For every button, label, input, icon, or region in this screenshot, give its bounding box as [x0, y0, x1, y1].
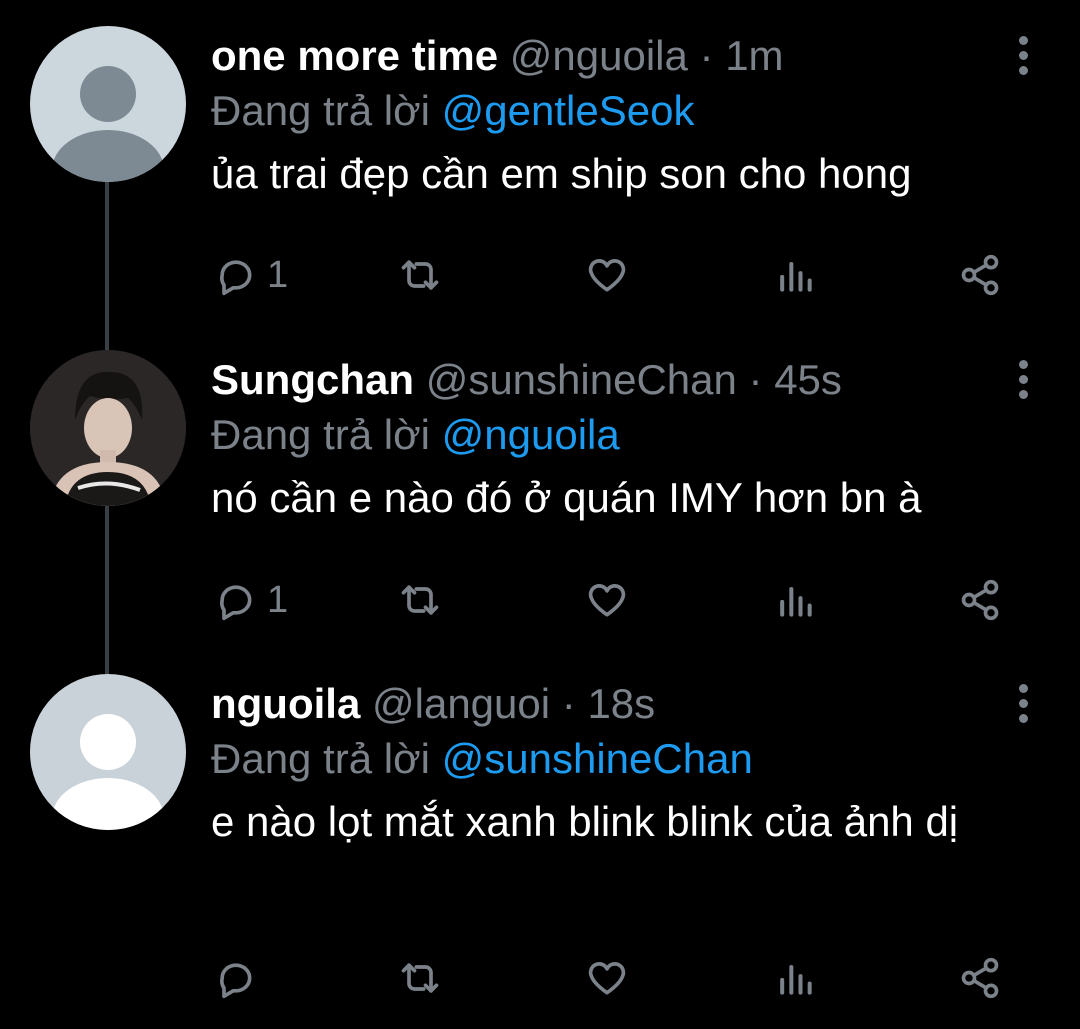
- like-icon: [588, 584, 626, 617]
- tweet-actions: 1: [213, 575, 1013, 625]
- tweet-thread: one more time @nguoila · 1m Đang trả lời…: [0, 0, 1080, 1029]
- retweet-button[interactable]: [398, 250, 442, 300]
- display-name[interactable]: nguoila: [211, 680, 360, 727]
- like-icon: [588, 962, 626, 995]
- separator-dot: ·: [699, 32, 714, 79]
- analytics-button[interactable]: [773, 953, 817, 1003]
- replying-to: Đang trả lời @sunshineChan: [211, 731, 1040, 787]
- timestamp[interactable]: 1m: [725, 32, 783, 79]
- avatar-head: [80, 714, 136, 770]
- retweet-button[interactable]: [398, 953, 442, 1003]
- separator-dot: ·: [748, 356, 763, 403]
- display-name[interactable]: one more time: [211, 32, 498, 79]
- like-button[interactable]: [585, 250, 629, 300]
- tweet-content: nguoila @languoi · 18s Đang trả lời @sun…: [211, 677, 1040, 849]
- analytics-button[interactable]: [773, 250, 817, 300]
- analytics-icon: [780, 586, 812, 617]
- more-icon[interactable]: [1016, 36, 1030, 76]
- tweet-actions: [213, 953, 1013, 1003]
- replying-to: Đang trả lời @gentleSeok: [211, 83, 1040, 139]
- mention-link[interactable]: @gentleSeok: [442, 87, 695, 134]
- replying-to-label: Đang trả lời: [211, 735, 430, 782]
- display-name[interactable]: Sungchan: [211, 356, 414, 403]
- avatar[interactable]: [30, 26, 186, 182]
- avatar-head: [80, 66, 136, 122]
- more-icon[interactable]: [1016, 684, 1030, 724]
- reply-button[interactable]: [213, 953, 267, 1003]
- share-button[interactable]: [958, 575, 1002, 625]
- thread-connector: [105, 182, 109, 354]
- user-handle[interactable]: @languoi: [372, 680, 550, 727]
- avatar[interactable]: [30, 350, 186, 506]
- tweet-actions: 1: [213, 250, 1013, 300]
- avatar-photo: [30, 350, 186, 506]
- tweet-header: one more time @nguoila · 1m: [211, 29, 1040, 83]
- reply-button[interactable]: 1: [213, 575, 288, 625]
- thread-connector: [105, 505, 109, 675]
- replying-to: Đang trả lời @nguoila: [211, 407, 1040, 463]
- share-button[interactable]: [958, 250, 1002, 300]
- tweet-text: ủa trai đẹp cần em ship son cho hong: [211, 150, 912, 197]
- user-handle[interactable]: @nguoila: [510, 32, 688, 79]
- retweet-icon: [401, 585, 439, 615]
- reply-button[interactable]: 1: [213, 250, 288, 300]
- separator-dot: ·: [561, 680, 576, 727]
- analytics-icon: [780, 261, 812, 292]
- share-icon: [961, 579, 999, 621]
- share-icon: [961, 254, 999, 296]
- like-button[interactable]: [585, 575, 629, 625]
- more-icon[interactable]: [1016, 360, 1030, 400]
- reply-count: 1: [267, 578, 289, 621]
- tweet-content: Sungchan @sunshineChan · 45s Đang trả lờ…: [211, 353, 1040, 525]
- avatar[interactable]: [30, 674, 186, 830]
- user-handle[interactable]: @sunshineChan: [426, 356, 737, 403]
- tweet-text: e nào lọt mắt xanh blink blink của ảnh d…: [211, 798, 959, 845]
- tweet-content: one more time @nguoila · 1m Đang trả lời…: [211, 29, 1040, 201]
- share-button[interactable]: [958, 953, 1002, 1003]
- replying-to-label: Đang trả lời: [211, 87, 430, 134]
- avatar-body: [52, 130, 164, 182]
- tweet-header: nguoila @languoi · 18s: [211, 677, 1040, 731]
- timestamp[interactable]: 45s: [774, 356, 842, 403]
- timestamp[interactable]: 18s: [587, 680, 655, 727]
- reply-icon: [220, 585, 252, 621]
- retweet-button[interactable]: [398, 575, 442, 625]
- like-icon: [588, 259, 626, 292]
- tweet-text: nó cần e nào đó ở quán IMY hơn bn à: [211, 474, 922, 521]
- tweet-header: Sungchan @sunshineChan · 45s: [211, 353, 1040, 407]
- reply-icon: [220, 260, 252, 296]
- reply-count: 1: [267, 253, 289, 296]
- mention-link[interactable]: @nguoila: [442, 411, 620, 458]
- mention-link[interactable]: @sunshineChan: [442, 735, 753, 782]
- avatar-body: [52, 778, 164, 830]
- analytics-button[interactable]: [773, 575, 817, 625]
- reply-icon: [220, 963, 252, 999]
- analytics-icon: [780, 964, 812, 995]
- replying-to-label: Đang trả lời: [211, 411, 430, 458]
- like-button[interactable]: [585, 953, 629, 1003]
- retweet-icon: [401, 260, 439, 290]
- share-icon: [961, 957, 999, 999]
- retweet-icon: [401, 963, 439, 993]
